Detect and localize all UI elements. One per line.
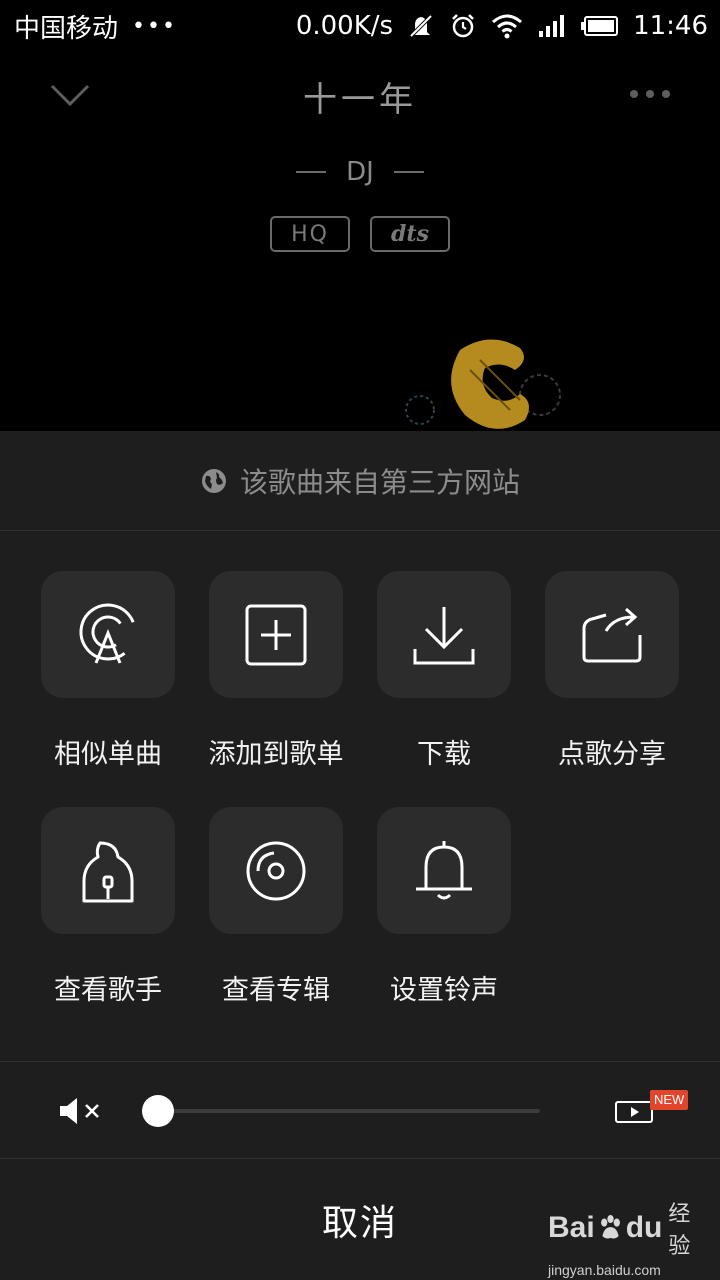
song-title: 十一年 <box>303 80 417 120</box>
quality-badges: HQ dts <box>0 216 720 252</box>
action-sheet: 该歌曲来自第三方网站 相似单曲 添加到歌单 下载 点歌分享 查看歌手 查看专辑 … <box>0 431 720 1280</box>
share-icon <box>582 607 642 662</box>
action-view-singer[interactable]: 查看歌手 <box>24 807 192 1007</box>
divider <box>296 171 327 173</box>
watermark-brand: Bai <box>548 1211 595 1244</box>
source-notice: 该歌曲来自第三方网站 <box>0 431 720 531</box>
volume-row: NEW <box>0 1061 720 1159</box>
action-label: 查看专辑 <box>222 975 330 1006</box>
action-label: 设置铃声 <box>390 975 498 1006</box>
plus-square-icon <box>245 604 307 665</box>
divider <box>393 171 424 173</box>
paw-icon <box>600 1214 620 1239</box>
action-tile[interactable] <box>41 571 175 698</box>
watermark-url: jingyan.baidu.com <box>548 1262 661 1278</box>
action-label: 添加到歌单 <box>208 739 344 770</box>
mute-notification-icon <box>407 12 435 40</box>
speaker-muted-icon <box>60 1098 99 1124</box>
artist-name: DJ <box>346 157 374 187</box>
disc-icon <box>246 841 306 900</box>
more-dots-icon <box>630 90 670 98</box>
carrier-label: 中国移动 <box>14 13 119 44</box>
artist-row: DJ <box>0 150 720 194</box>
action-tile[interactable] <box>377 571 511 698</box>
action-tile[interactable] <box>41 807 175 934</box>
net-speed: 0.00K/s <box>295 11 394 41</box>
action-tile[interactable] <box>209 571 343 698</box>
action-set-ringtone[interactable]: 设置铃声 <box>360 807 528 1007</box>
watermark-brand-tail: du <box>625 1211 663 1244</box>
baidu-watermark: Bai du 经验 jingyan.baidu.com <box>548 1196 708 1278</box>
mute-button[interactable] <box>58 1096 106 1126</box>
watermark-brand-cn: 经验 <box>668 1201 691 1258</box>
action-tile[interactable] <box>545 571 679 698</box>
action-tile[interactable] <box>209 807 343 934</box>
alarm-icon <box>449 12 477 40</box>
player-header: 十一年 <box>0 60 720 132</box>
action-label: 点歌分享 <box>558 739 666 770</box>
volume-slider-track[interactable] <box>158 1109 540 1113</box>
action-label: 下载 <box>417 739 471 770</box>
more-button[interactable] <box>628 82 672 106</box>
signal-icon <box>537 13 567 39</box>
action-download[interactable]: 下载 <box>360 571 528 771</box>
battery-icon <box>581 15 619 37</box>
action-add-to-playlist[interactable]: 添加到歌单 <box>192 571 360 771</box>
singer-icon <box>82 841 134 902</box>
album-art <box>380 330 580 440</box>
new-badge: NEW <box>650 1090 689 1110</box>
dts-badge: dts <box>370 216 450 252</box>
radar-icon <box>79 603 137 664</box>
action-similar-songs[interactable]: 相似单曲 <box>24 571 192 771</box>
volume-slider-thumb[interactable] <box>142 1095 174 1127</box>
notification-dots: ••• <box>132 13 177 39</box>
status-bar: 中国移动 ••• 0.00K/s 11:46 <box>0 0 720 52</box>
wifi-icon <box>491 13 523 39</box>
globe-icon <box>201 468 226 493</box>
action-label: 相似单曲 <box>54 739 162 770</box>
clock: 11:46 <box>633 11 708 41</box>
download-icon <box>413 606 475 664</box>
action-share[interactable]: 点歌分享 <box>528 571 696 771</box>
bell-icon <box>416 840 472 899</box>
action-label: 查看歌手 <box>54 975 162 1006</box>
source-notice-text: 该歌曲来自第三方网站 <box>239 465 520 499</box>
action-tile[interactable] <box>377 807 511 934</box>
hq-badge: HQ <box>270 216 350 252</box>
action-view-album[interactable]: 查看专辑 <box>192 807 360 1007</box>
